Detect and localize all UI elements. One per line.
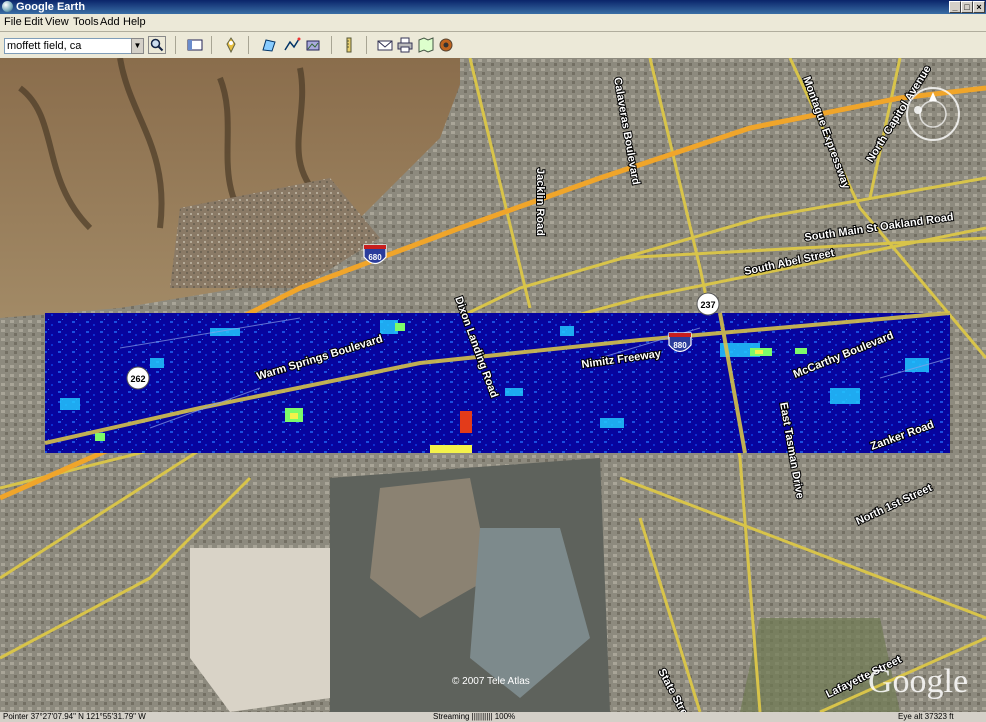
pointer-coordinates: Pointer 37°27'07.94" N 121°55'31.79" W xyxy=(3,712,146,721)
heatmap-hotspot xyxy=(460,411,472,433)
jacklin-road-label: Jacklin Road xyxy=(534,168,546,236)
print-icon[interactable] xyxy=(396,36,414,54)
heatmap-overlay xyxy=(44,311,951,454)
copyright-text: © 2007 Tele Atlas xyxy=(452,676,530,687)
google-logo: Google xyxy=(868,663,968,700)
ruler-icon[interactable] xyxy=(340,36,358,54)
search-input[interactable]: moffett field, ca xyxy=(4,38,137,54)
menu-view[interactable]: View xyxy=(45,16,69,28)
menu-help[interactable]: Help xyxy=(123,16,146,28)
svg-text:237: 237 xyxy=(700,300,715,310)
path-icon[interactable] xyxy=(283,36,301,54)
toolbar-separator xyxy=(331,36,332,54)
maximize-button[interactable]: □ xyxy=(961,1,973,13)
eye-altitude: Eye alt 37323 ft xyxy=(898,712,954,721)
svg-text:262: 262 xyxy=(130,374,145,384)
view-in-maps-icon[interactable] xyxy=(417,36,435,54)
polygon-icon[interactable] xyxy=(260,36,278,54)
toolbar-separator xyxy=(175,36,176,54)
status-bar: Pointer 37°27'07.94" N 121°55'31.79" W S… xyxy=(0,712,986,722)
menu-edit[interactable]: Edit xyxy=(24,16,43,28)
email-icon[interactable] xyxy=(376,36,394,54)
image-overlay-icon[interactable] xyxy=(304,36,322,54)
interstate-880-shield: 880 xyxy=(668,332,692,353)
toolbar-separator xyxy=(366,36,367,54)
menu-add[interactable]: Add xyxy=(100,16,120,28)
window-title: Google Earth xyxy=(16,1,86,13)
search-dropdown-button[interactable]: ▼ xyxy=(131,38,144,54)
toolbar-separator xyxy=(248,36,249,54)
earth-gallery-icon[interactable] xyxy=(437,36,455,54)
minimize-button[interactable]: _ xyxy=(949,1,961,13)
map-view[interactable]: 680 880 262 237 Warm Springs Boulevard D… xyxy=(0,58,986,712)
menu-tools[interactable]: Tools xyxy=(73,16,99,28)
svg-text:880: 880 xyxy=(673,341,687,350)
route-237-shield: 237 xyxy=(696,292,720,316)
close-button[interactable]: × xyxy=(973,1,985,13)
menu-bar: File Edit View Tools Add Help xyxy=(0,14,986,32)
google-earth-logo-icon xyxy=(2,1,13,12)
svg-text:680: 680 xyxy=(368,253,382,262)
toolbar-separator xyxy=(211,36,212,54)
salt-pond xyxy=(190,548,350,712)
title-bar: Google Earth _ □ × xyxy=(0,0,986,14)
menu-file[interactable]: File xyxy=(4,16,22,28)
interstate-680-shield: 680 xyxy=(363,244,387,265)
route-262-shield: 262 xyxy=(126,366,150,390)
placemark-icon[interactable] xyxy=(222,36,240,54)
search-button[interactable] xyxy=(148,36,166,54)
toolbar: moffett field, ca ▼ xyxy=(0,32,986,59)
streaming-status: Streaming |||||||||| 100% xyxy=(433,712,516,721)
sidebar-toggle-icon[interactable] xyxy=(186,36,204,54)
